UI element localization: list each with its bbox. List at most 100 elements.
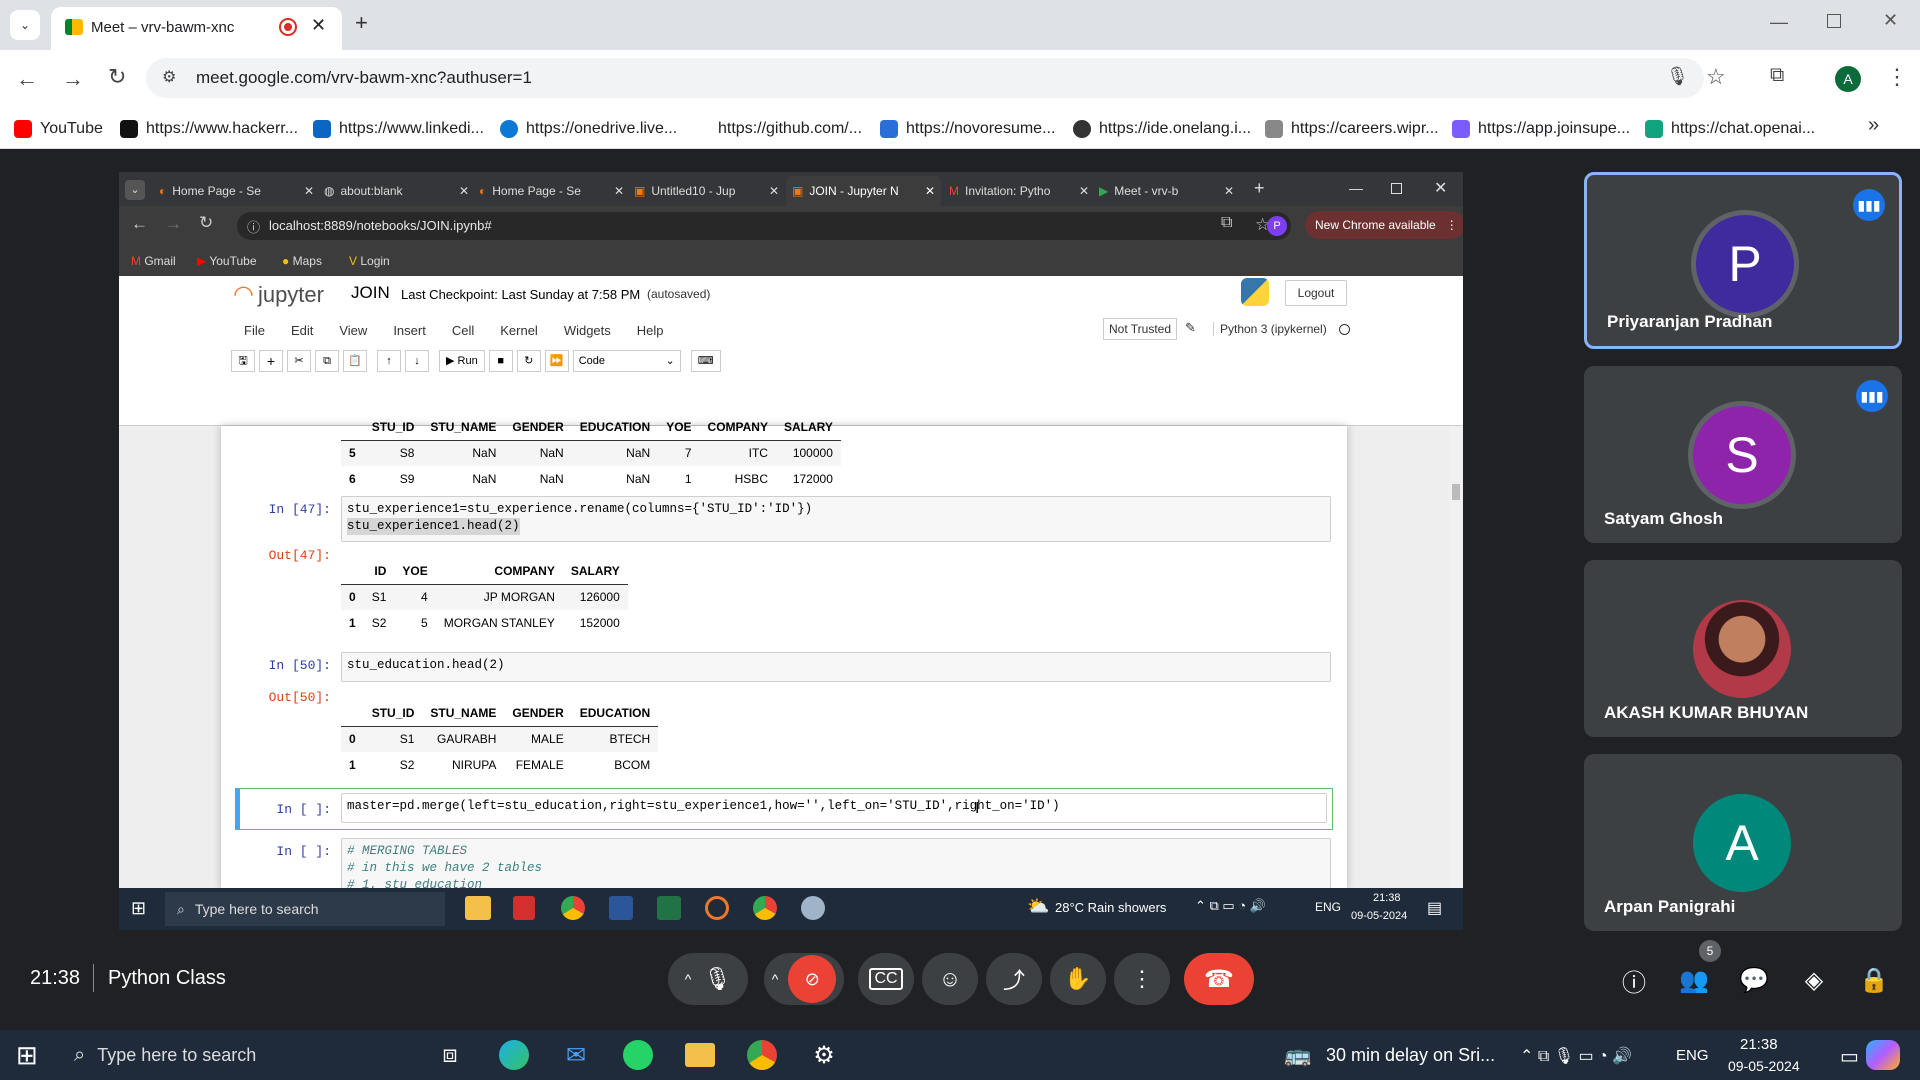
lang-indicator[interactable]: ENG [1676, 1047, 1709, 1064]
stop-icon[interactable]: ■ [488, 350, 513, 372]
inner-tab[interactable]: ◐ Home Page - Se ✕ [159, 176, 314, 206]
more-options-button[interactable]: ⋮ [1114, 953, 1170, 1005]
new-tab-button[interactable]: + [355, 10, 368, 36]
inner-close[interactable]: ✕ [1434, 178, 1447, 198]
menu-kernel[interactable]: Kernel [487, 323, 551, 338]
inner-tab-search[interactable]: ⌄ [125, 180, 145, 200]
minimize-icon[interactable]: — [1770, 12, 1788, 33]
bookmark-star-icon[interactable]: ☆ [1706, 64, 1726, 90]
raise-hand-button[interactable]: ✋ [1050, 953, 1106, 1005]
chrome-active-icon[interactable] [753, 896, 777, 920]
inner-bookmark-maps[interactable]: ● Maps [282, 254, 322, 268]
weather-text[interactable]: 28°C Rain showers [1055, 900, 1166, 915]
bookmark-joinsuper[interactable]: https://app.joinsupe... [1452, 116, 1630, 142]
inner-tab[interactable]: ▣ Untitled10 - Jup ✕ [634, 176, 779, 206]
inner-restore[interactable] [1391, 183, 1402, 194]
copy-icon[interactable]: ⧉ [315, 350, 339, 372]
command-palette-icon[interactable]: ⌨ [690, 350, 721, 372]
reload-icon[interactable]: ↻ [108, 64, 126, 90]
notification-icon[interactable]: ▤ [1427, 898, 1442, 918]
menu-edit[interactable]: Edit [278, 323, 326, 338]
menu-view[interactable]: View [326, 323, 380, 338]
menu-help[interactable]: Help [624, 323, 677, 338]
inner-back-icon[interactable]: ← [131, 214, 148, 234]
inner-profile-avatar[interactable]: P [1267, 216, 1287, 236]
fast-forward-icon[interactable]: ⏩ [544, 350, 569, 372]
profile-avatar[interactable]: A [1835, 66, 1861, 92]
bookmark-github[interactable]: https://github.com/... [718, 116, 862, 142]
extensions-icon[interactable]: ⧉ [1770, 64, 1784, 87]
windows-start-icon[interactable]: ⊞ [131, 898, 146, 919]
edge-icon[interactable] [496, 1037, 532, 1073]
scrollbar-thumb[interactable] [1452, 484, 1460, 500]
windows-start-icon[interactable]: ⊞ [16, 1040, 38, 1071]
code-editor[interactable]: master=pd.merge(left=stu_education,right… [341, 793, 1327, 823]
file-explorer-icon[interactable] [465, 896, 491, 920]
tab-meet[interactable]: Meet – vrv-bawm-xnc ✕ [51, 7, 342, 50]
bookmark-hackerrank[interactable]: https://www.hackerr... [120, 116, 298, 142]
inner-new-tab[interactable]: + [1254, 178, 1265, 199]
move-up-icon[interactable]: ↑ [377, 350, 401, 372]
tab-search-button[interactable]: ⌄ [10, 10, 40, 40]
people-button[interactable]: 👥 [1674, 960, 1714, 1000]
address-bar[interactable]: ⚙ meet.google.com/vrv-bawm-xnc?authuser=… [146, 58, 1704, 98]
chrome-icon[interactable] [744, 1037, 780, 1073]
participant-tile[interactable]: P ▮▮▮ Priyaranjan Pradhan [1584, 172, 1902, 349]
run-button[interactable]: ▶ Run [439, 350, 485, 372]
excel-icon[interactable] [657, 896, 681, 920]
logout-button[interactable]: Logout [1285, 280, 1347, 306]
inner-address-bar[interactable]: ⓘ localhost:8889/notebooks/JOIN.ipynb# ☆ [237, 212, 1291, 240]
inner-forward-icon[interactable]: → [165, 214, 182, 234]
bookmarks-overflow-icon[interactable]: » [1868, 114, 1879, 137]
camera-button[interactable]: ^ ⊘ [764, 953, 844, 1005]
close-tab-icon[interactable]: ✕ [311, 15, 326, 36]
participant-tile[interactable]: S ▮▮▮ Satyam Ghosh [1584, 366, 1902, 543]
save-icon[interactable]: 🖫 [231, 350, 255, 372]
chrome-icon[interactable] [561, 896, 585, 920]
lang-indicator[interactable]: ENG [1315, 900, 1341, 914]
participant-tile[interactable]: AKASH KUMAR BHUYAN [1584, 560, 1902, 737]
inner-reload-icon[interactable]: ↻ [199, 213, 213, 233]
menu-dots-icon[interactable]: ⋮ [1886, 64, 1908, 90]
code-cell[interactable]: stu_experience1=stu_experience.rename(co… [341, 496, 1331, 542]
close-window-icon[interactable]: ✕ [1883, 10, 1898, 31]
code-cell[interactable]: stu_education.head(2) [341, 652, 1331, 682]
bookmark-openai[interactable]: https://chat.openai... [1645, 116, 1815, 142]
paste-icon[interactable]: 📋 [343, 350, 367, 372]
meeting-info-button[interactable]: ⓘ [1614, 960, 1654, 1000]
settings-icon[interactable]: ⚙ [806, 1037, 842, 1073]
inner-bookmark-login[interactable]: V Login [349, 254, 390, 268]
cell-type-select[interactable]: Code ⌄ [572, 350, 681, 372]
participant-tile[interactable]: A Arpan Panigrahi [1584, 754, 1902, 931]
notebook-scroll-area[interactable]: STU_ID STU_NAME GENDER EDUCATION YOE COMPANY S… [119, 420, 1463, 890]
inner-bookmark-youtube[interactable]: ▶ YouTube [197, 254, 257, 268]
code-cell[interactable]: # MERGING TABLES # in this we have 2 tab… [341, 838, 1331, 890]
restart-icon[interactable]: ↻ [516, 350, 541, 372]
menu-cell[interactable]: Cell [439, 323, 487, 338]
news-text[interactable]: 30 min delay on Sri... [1326, 1045, 1495, 1066]
present-button[interactable]: ⤴ [986, 953, 1042, 1005]
restore-icon[interactable] [1827, 14, 1841, 28]
system-tray-icons[interactable]: ⌃ ⧉ 🎙 ▭ ◔ 🔊 [1520, 1046, 1632, 1066]
site-info-icon[interactable]: ⚙ [162, 67, 176, 87]
bookmark-novoresume[interactable]: https://novoresume... [880, 116, 1055, 142]
inner-tab[interactable]: ◐ Home Page - Se ✕ [479, 176, 624, 206]
notification-icon[interactable]: ▭ [1840, 1044, 1859, 1069]
leave-call-button[interactable]: ☎ [1184, 953, 1254, 1005]
task-view-icon[interactable]: ⧈ [432, 1037, 468, 1073]
file-explorer-icon[interactable] [682, 1037, 718, 1073]
word-icon[interactable] [609, 896, 633, 920]
bookmark-onedrive[interactable]: https://onedrive.live... [500, 116, 677, 142]
bookmark-wipro[interactable]: https://careers.wipr... [1265, 116, 1439, 142]
notebook-name[interactable]: JOIN [351, 283, 390, 303]
activities-button[interactable]: ◈ [1794, 960, 1834, 1000]
chrome-update-button[interactable]: New Chrome available ⋮ [1305, 211, 1463, 239]
chevron-up-icon[interactable]: ^ [685, 971, 692, 987]
inner-tab-active[interactable]: ▣ JOIN - Jupyter N ✕ [786, 176, 941, 206]
mic-button[interactable]: ^ 🎙 [668, 953, 748, 1005]
bookmark-linkedin[interactable]: https://www.linkedi... [313, 116, 484, 142]
mic-icon[interactable]: 🎙 [1666, 66, 1689, 87]
taskbar-search[interactable]: ⌕ Type here to search [165, 892, 445, 926]
inner-tab[interactable]: ◍ about:blank ✕ [324, 176, 469, 206]
jupyter-app-icon[interactable] [705, 896, 729, 920]
